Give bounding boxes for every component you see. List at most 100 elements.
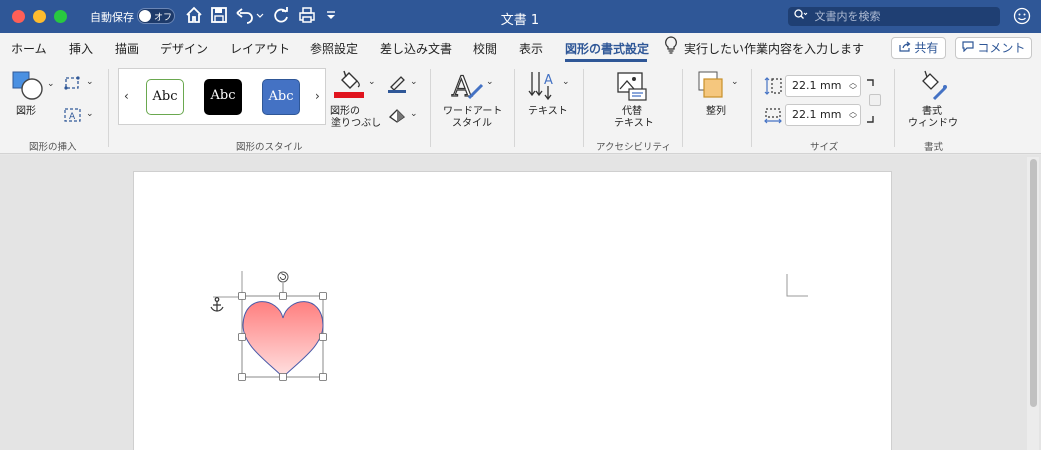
- text-label: テキスト: [528, 106, 568, 117]
- redo-icon[interactable]: [271, 6, 291, 26]
- autosave-state: オフ: [154, 13, 173, 23]
- share-button[interactable]: 共有: [891, 37, 946, 59]
- outline-dropdown-icon[interactable]: ⌄: [410, 77, 418, 87]
- style-sample-blue[interactable]: Abc: [262, 79, 300, 115]
- shape-height-input[interactable]: 22.1 mm ︿ ﹀: [785, 75, 861, 97]
- group-label-accessibility: アクセシビリティ: [596, 142, 671, 153]
- alt-text-label-line2: テキスト: [614, 118, 654, 129]
- close-window-button[interactable]: [12, 10, 25, 23]
- fill-label-line2: 塗りつぶし: [331, 118, 382, 129]
- tab-references[interactable]: 参照設定: [310, 40, 358, 57]
- group-label-format: 書式: [924, 142, 944, 153]
- group-label-size: サイズ: [810, 142, 839, 153]
- autosave-toggle[interactable]: オフ: [137, 8, 175, 24]
- group-label-insert-shapes: 図形の挿入: [29, 142, 77, 153]
- text-box-dropdown-icon[interactable]: ⌄: [86, 109, 94, 119]
- alt-text-label-line1: 代替: [622, 106, 642, 117]
- vertical-scrollbar[interactable]: [1027, 157, 1039, 450]
- document-search-input[interactable]: 文書内を検索: [788, 7, 1000, 26]
- shapes-label: 図形: [16, 106, 36, 117]
- autosave-label: 自動保存: [90, 11, 134, 24]
- maximize-window-button[interactable]: [54, 10, 67, 23]
- tab-layout[interactable]: レイアウト: [230, 40, 290, 57]
- fill-dropdown-icon[interactable]: ⌄: [368, 77, 376, 87]
- shape-effects-icon[interactable]: [387, 107, 407, 126]
- gallery-next-icon[interactable]: ›: [315, 89, 320, 103]
- comment-button[interactable]: コメント: [955, 37, 1032, 59]
- edit-shape-dropdown-icon[interactable]: ⌄: [86, 77, 94, 87]
- tab-draw[interactable]: 描画: [115, 40, 139, 57]
- effects-dropdown-icon[interactable]: ⌄: [410, 109, 418, 119]
- tab-design[interactable]: デザイン: [160, 40, 208, 57]
- svg-text:A: A: [69, 112, 76, 122]
- tab-home[interactable]: ホーム: [11, 40, 47, 57]
- lock-aspect-checkbox[interactable]: [869, 94, 881, 106]
- home-icon[interactable]: [184, 6, 204, 26]
- tab-mailings[interactable]: 差し込み文書: [380, 40, 452, 57]
- minimize-window-button[interactable]: [33, 10, 46, 23]
- shapes-dropdown-icon[interactable]: ⌄: [47, 79, 55, 89]
- tell-me-search[interactable]: 実行したい作業内容を入力します: [684, 40, 864, 57]
- toggle-knob: [139, 10, 151, 22]
- comment-icon: [961, 41, 978, 55]
- arrange-icon[interactable]: [698, 71, 726, 104]
- shape-height-icon: [764, 77, 782, 98]
- arrange-dropdown-icon[interactable]: ⌄: [731, 77, 739, 87]
- wordart-label-line2: スタイル: [452, 118, 492, 129]
- wordart-dropdown-icon[interactable]: ⌄: [486, 77, 494, 87]
- shape-style-gallery: ‹ Abc Abc Abc ›: [118, 68, 326, 125]
- edit-shape-icon[interactable]: [64, 76, 82, 93]
- anchor-icon[interactable]: [210, 297, 224, 313]
- text-dropdown-icon[interactable]: ⌄: [562, 77, 570, 87]
- height-decrease-icon[interactable]: ﹀: [849, 87, 857, 95]
- shape-width-input[interactable]: 22.1 mm ︿ ﹀: [785, 104, 861, 126]
- margin-crop-mark-top-right: [786, 274, 808, 297]
- shape-width-value: 22.1 mm: [792, 108, 842, 121]
- format-label-line2: ウィンドウ: [908, 118, 958, 129]
- share-icon: [898, 41, 915, 55]
- format-pane-icon[interactable]: [917, 69, 949, 104]
- scrollbar-thumb[interactable]: [1030, 159, 1037, 407]
- wordart-styles-icon[interactable]: A: [450, 69, 485, 105]
- group-label-shape-styles: 図形のスタイル: [236, 142, 303, 153]
- search-icon: [794, 9, 812, 23]
- text-box-icon[interactable]: A: [64, 108, 82, 125]
- tab-insert[interactable]: 挿入: [69, 40, 93, 57]
- fill-label-line1: 図形の: [330, 106, 360, 117]
- width-decrease-icon[interactable]: ﹀: [849, 116, 857, 124]
- document-title: 文書 1: [500, 13, 540, 28]
- shape-height-value: 22.1 mm: [792, 79, 842, 92]
- share-label: 共有: [914, 41, 939, 55]
- save-icon[interactable]: [209, 6, 229, 26]
- shape-outline-icon[interactable]: [387, 75, 407, 96]
- document-page[interactable]: [133, 171, 892, 450]
- customize-toolbar-icon[interactable]: [324, 6, 338, 26]
- undo-icon[interactable]: [235, 6, 265, 26]
- shapes-icon[interactable]: [12, 71, 44, 104]
- style-sample-black[interactable]: Abc: [204, 79, 242, 115]
- style-sample-outline[interactable]: Abc: [146, 79, 184, 115]
- group-divider: [682, 69, 683, 147]
- svg-text:A: A: [544, 73, 553, 88]
- print-icon[interactable]: [297, 6, 317, 26]
- wordart-label-line1: ワードアート: [443, 106, 503, 117]
- tab-review[interactable]: 校閲: [473, 40, 497, 57]
- ribbon-tabs: ホーム 挿入 描画 デザイン レイアウト 参照設定 差し込み文書 校閲 表示 図…: [0, 33, 1041, 63]
- arrange-label: 整列: [706, 106, 726, 117]
- text-direction-icon[interactable]: A: [528, 70, 558, 105]
- lightbulb-icon: [664, 36, 678, 57]
- tab-shape-format[interactable]: 図形の書式設定: [565, 40, 649, 57]
- group-divider: [514, 69, 515, 147]
- alt-text-icon[interactable]: [617, 71, 647, 104]
- comment-label: コメント: [977, 41, 1026, 55]
- paint-bucket-icon[interactable]: [334, 68, 364, 101]
- group-divider: [108, 69, 109, 147]
- tab-view[interactable]: 表示: [519, 40, 543, 57]
- active-tab-indicator: [565, 59, 647, 62]
- title-bar: 自動保存 オフ 文書 1 文書内を検索: [0, 0, 1041, 33]
- gallery-prev-icon[interactable]: ‹: [124, 89, 129, 103]
- group-divider: [583, 69, 584, 147]
- heart-shape[interactable]: [234, 267, 334, 387]
- group-divider: [751, 69, 752, 147]
- user-icon[interactable]: [1013, 7, 1031, 25]
